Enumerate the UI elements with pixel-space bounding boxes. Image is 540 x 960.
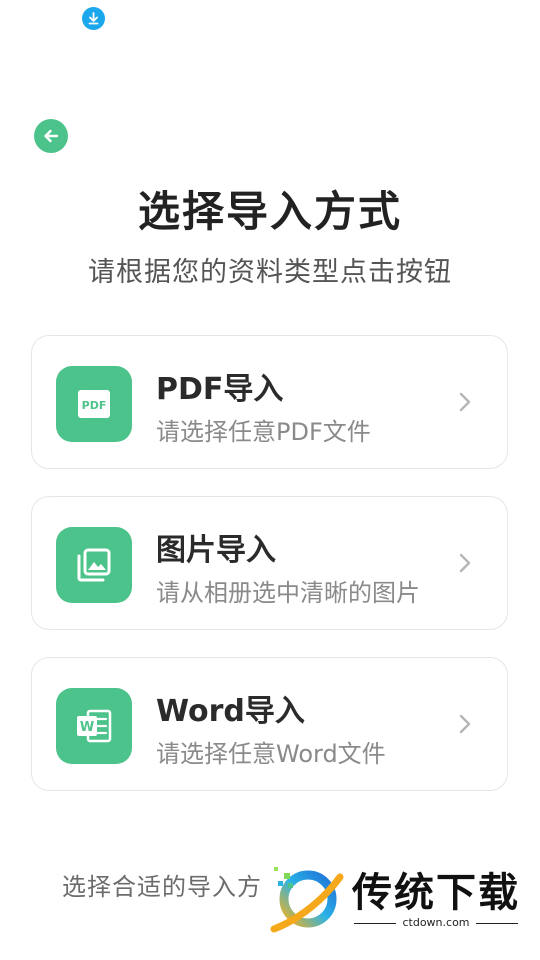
word-import-desc: 请选择任意Word文件 (156, 740, 386, 768)
back-button[interactable] (34, 119, 68, 153)
word-import-title: Word导入 (156, 694, 305, 729)
chevron-right-icon (459, 392, 471, 412)
image-import-button[interactable]: 图片导入 请从相册选中清晰的图片 (31, 496, 508, 630)
pdf-icon: PDF (56, 366, 132, 442)
chevron-right-icon (459, 553, 471, 573)
pdf-import-desc: 请选择任意PDF文件 (156, 418, 371, 446)
watermark: 传统下载 ctdown.com (266, 860, 526, 940)
footer-hint: 选择合适的导入方 (62, 873, 262, 901)
pdf-import-button[interactable]: PDF PDF导入 请选择任意PDF文件 (31, 335, 508, 469)
image-gallery-icon (56, 527, 132, 603)
word-import-button[interactable]: W Word导入 请选择任意Word文件 (31, 657, 508, 791)
watermark-logo-icon (270, 867, 344, 933)
image-import-title: 图片导入 (156, 533, 276, 568)
word-icon: W (56, 688, 132, 764)
pdf-icon-label: PDF (82, 399, 107, 412)
watermark-url: ctdown.com (354, 916, 518, 930)
page-title: 选择导入方式 (137, 187, 402, 236)
arrow-left-icon (44, 129, 59, 143)
page-subtitle: 请根据您的资料类型点击按钮 (88, 257, 452, 288)
watermark-brand: 传统下载 (352, 870, 520, 916)
image-import-desc: 请从相册选中清晰的图片 (156, 579, 420, 607)
download-icon (82, 7, 105, 30)
word-icon-label: W (80, 720, 94, 735)
pdf-import-title: PDF导入 (156, 372, 284, 407)
chevron-right-icon (459, 714, 471, 734)
